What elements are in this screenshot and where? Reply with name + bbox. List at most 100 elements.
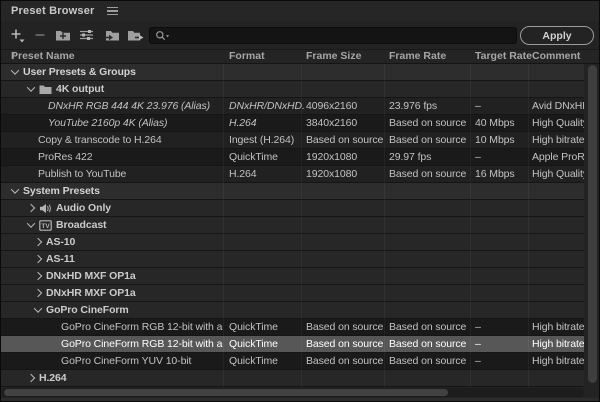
table-row[interactable]: AS-11 (1, 251, 584, 268)
new-group-button[interactable] (53, 26, 73, 44)
frame-size-cell (306, 251, 386, 267)
comment-cell (532, 370, 584, 386)
table-row[interactable]: Audio Only (1, 200, 584, 217)
chevron-down-icon[interactable] (25, 81, 37, 97)
preset-name-label: GoPro CineForm RGB 12-bit with alpha (61, 321, 223, 333)
format-cell (229, 234, 304, 250)
vertical-scrollbar-thumb[interactable] (588, 65, 597, 383)
preset-name-label: System Presets (23, 185, 100, 197)
chevron-right-icon[interactable] (32, 234, 44, 250)
format-cell: Ingest (H.264) (229, 132, 304, 148)
target-rate-cell: – (475, 353, 530, 369)
table-row[interactable]: GoPro CineForm RGB 12-bit with alphaQuic… (1, 319, 584, 336)
preset-name-label: Publish to YouTube (38, 168, 126, 180)
toolbar: Apply Preset (1, 21, 599, 49)
target-rate-cell (475, 217, 530, 233)
horizontal-scrollbar[interactable] (2, 388, 584, 397)
comment-cell: High Quality (532, 166, 584, 182)
frame-rate-cell (389, 81, 473, 97)
table-row[interactable]: DNxHR RGB 444 4K 23.976 (Alias) DNxHR/DNx… (1, 98, 584, 115)
frame-rate-cell (389, 251, 473, 267)
panel-bottom-edge (1, 398, 599, 401)
comment-cell: High bitrate (532, 336, 584, 352)
chevron-right-icon[interactable] (25, 370, 37, 386)
remove-preset-button[interactable] (30, 26, 50, 44)
comment-cell: High bitrate (532, 132, 584, 148)
table-row[interactable]: DNxHD MXF OP1a (1, 268, 584, 285)
column-header-target-rate[interactable]: Target Rate (475, 50, 532, 63)
comment-cell (532, 64, 584, 80)
format-cell: H.264 (229, 115, 304, 131)
import-presets-button[interactable] (102, 26, 122, 44)
frame-rate-cell (389, 268, 473, 284)
table-row[interactable]: 4K output (1, 81, 584, 98)
table-row[interactable]: GoPro CineForm RGB 12-bit with alp...Qui… (1, 336, 584, 353)
format-cell: DNxHR/DNxHD... (229, 98, 304, 114)
table-row[interactable]: Publish to YouTubeH.2641920x1080Based on… (1, 166, 584, 183)
tv-icon: TV (39, 220, 52, 231)
panel-menu-icon[interactable] (107, 7, 118, 16)
table-row[interactable]: User Presets & Groups (1, 64, 584, 81)
preset-name-cell: GoPro CineForm RGB 12-bit with alp... (1, 336, 223, 352)
target-rate-cell (475, 183, 530, 199)
table-row[interactable]: System Presets (1, 183, 584, 200)
preset-name-label: AS-11 (46, 253, 75, 265)
frame-rate-cell: Based on source (389, 319, 473, 335)
apply-preset-button[interactable]: Apply Preset (520, 26, 594, 45)
column-header-comment[interactable]: Comment (532, 50, 580, 63)
search-icon[interactable] (155, 30, 170, 42)
chevron-right-icon[interactable] (32, 251, 44, 267)
search-field[interactable] (149, 27, 517, 44)
sort-ascending-icon: ↑ (11, 50, 16, 63)
folder-arrow-in-icon (104, 28, 120, 42)
add-preset-button[interactable] (7, 26, 27, 44)
frame-rate-cell: 23.976 fps (389, 98, 473, 114)
table-row[interactable]: YouTube 2160p 4K (Alias)H.2643840x2160Ba… (1, 115, 584, 132)
table-row[interactable]: ProRes 422QuickTime1920x108029.97 fps–Ap… (1, 149, 584, 166)
chevron-right-icon[interactable] (25, 200, 37, 216)
chevron-down-icon[interactable] (32, 302, 44, 318)
horizontal-scrollbar-thumb[interactable] (4, 389, 448, 396)
table-row[interactable]: TVBroadcast (1, 217, 584, 234)
column-header-frame-size[interactable]: Frame Size (306, 50, 361, 63)
frame-rate-cell: 29.97 fps (389, 149, 473, 165)
chevron-down-icon[interactable] (9, 183, 21, 199)
preset-settings-button[interactable] (76, 26, 96, 44)
svg-text:TV: TV (41, 223, 50, 230)
column-header-frame-rate[interactable]: Frame Rate (389, 50, 446, 63)
frame-size-cell (306, 285, 386, 301)
frame-size-cell: 3840x2160 (306, 115, 386, 131)
frame-size-cell: Based on source (306, 132, 386, 148)
preset-name-cell: AS-11 (1, 251, 223, 267)
column-header-format[interactable]: Format (229, 50, 265, 63)
target-rate-cell: – (475, 319, 530, 335)
preset-name-cell: ProRes 422 (1, 149, 223, 165)
chevron-down-icon[interactable] (25, 217, 37, 233)
format-cell (229, 200, 304, 216)
export-presets-button[interactable] (125, 26, 145, 44)
chevron-right-icon[interactable] (32, 268, 44, 284)
chevron-right-icon[interactable] (32, 285, 44, 301)
format-cell (229, 64, 304, 80)
search-input[interactable] (172, 29, 516, 42)
folder-icon (39, 84, 52, 95)
table-row[interactable]: DNxHR MXF OP1a (1, 285, 584, 302)
target-rate-cell: – (475, 98, 530, 114)
frame-rate-cell: Based on source (389, 353, 473, 369)
table-row[interactable]: H.264 (1, 370, 584, 387)
plus-icon (9, 27, 25, 43)
table-row[interactable]: GoPro CineForm YUV 10-bitQuickTimeBased … (1, 353, 584, 370)
chevron-down-icon[interactable] (9, 64, 21, 80)
frame-rate-cell (389, 64, 473, 80)
comment-cell: High bitrate (532, 353, 584, 369)
table-row[interactable]: GoPro CineForm (1, 302, 584, 319)
table-row[interactable]: AS-10 (1, 234, 584, 251)
vertical-scrollbar[interactable] (588, 65, 597, 383)
table-row[interactable]: Copy & transcode to H.264Ingest (H.264)B… (1, 132, 584, 149)
target-rate-cell: – (475, 336, 530, 352)
preset-name-label: DNxHR MXF OP1a (46, 287, 136, 299)
preset-name-cell: DNxHR RGB 444 4K 23.976 (Alias) (1, 98, 223, 114)
target-rate-cell (475, 64, 530, 80)
frame-rate-cell: Based on source (389, 115, 473, 131)
format-cell: QuickTime (229, 353, 304, 369)
